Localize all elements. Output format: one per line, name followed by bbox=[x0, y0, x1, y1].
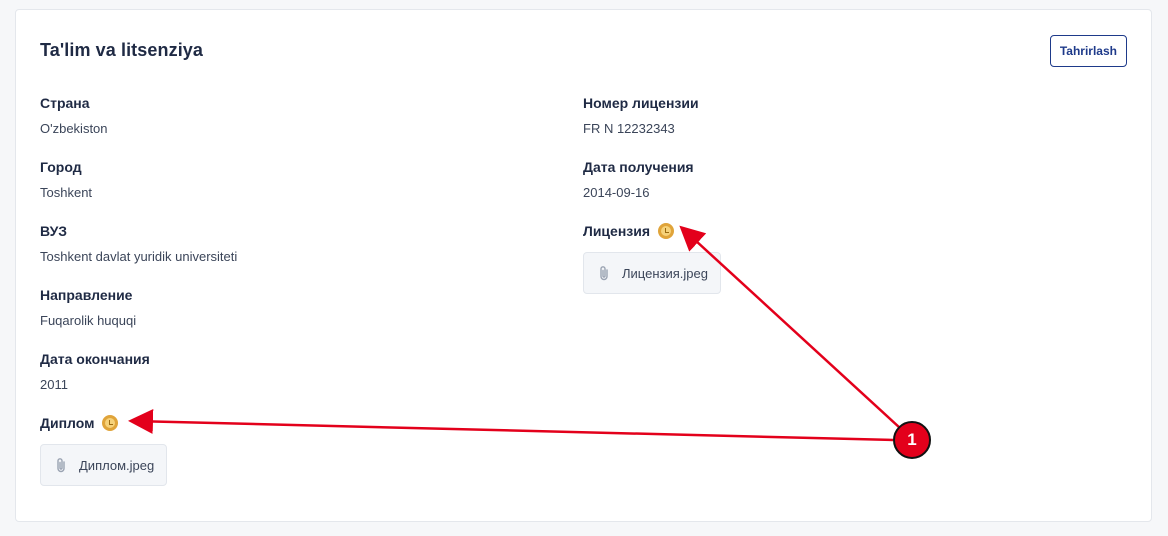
city-value: Toshkent bbox=[40, 185, 93, 200]
university-value: Toshkent davlat yuridik universiteti bbox=[40, 249, 238, 264]
graduation-date-value: 2011 bbox=[40, 377, 68, 392]
pending-clock-icon bbox=[102, 415, 119, 431]
license-file-name: Лицензия.jpeg bbox=[622, 265, 708, 281]
right-column: Номер лицензии FR N 12232343 Дата получе… bbox=[583, 94, 721, 294]
license-label-row: Лицензия bbox=[583, 222, 721, 240]
paperclip-icon bbox=[598, 265, 610, 281]
diploma-label-row: Диплом bbox=[40, 414, 237, 432]
issue-date-field: Дата получения 2014-09-16 bbox=[583, 158, 721, 222]
direction-field: Направление Fuqarolik huquqi bbox=[40, 286, 237, 350]
diploma-file-chip[interactable]: Диплом.jpeg bbox=[40, 444, 168, 486]
license-file-chip[interactable]: Лицензия.jpeg bbox=[583, 252, 721, 294]
edit-button[interactable]: Tahrirlash bbox=[1049, 35, 1127, 67]
graduation-date-field: Дата окончания 2011 bbox=[40, 350, 237, 414]
license-number-field: Номер лицензии FR N 12232343 bbox=[583, 94, 721, 158]
country-value: O'zbekiston bbox=[40, 121, 108, 136]
diploma-label: Диплом bbox=[40, 415, 95, 431]
country-label: Страна bbox=[40, 95, 90, 111]
license-field: Лицензия Лицензия.jpeg bbox=[583, 222, 721, 294]
annotation-marker: 1 bbox=[893, 421, 931, 459]
university-label: ВУЗ bbox=[40, 223, 68, 239]
university-field: ВУЗ Toshkent davlat yuridik universiteti bbox=[40, 222, 237, 286]
pending-clock-icon bbox=[658, 223, 675, 239]
city-label: Город bbox=[40, 159, 82, 175]
issue-date-value: 2014-09-16 bbox=[583, 185, 650, 200]
country-field: Страна O'zbekiston bbox=[40, 94, 237, 158]
license-label: Лицензия bbox=[583, 223, 651, 239]
license-number-value: FR N 12232343 bbox=[583, 121, 675, 136]
direction-value: Fuqarolik huquqi bbox=[40, 313, 137, 328]
city-field: Город Toshkent bbox=[40, 158, 237, 222]
diploma-file-name: Диплом.jpeg bbox=[79, 457, 155, 473]
card-title: Ta'lim va litsenziya bbox=[40, 40, 204, 60]
graduation-date-label: Дата окончания bbox=[40, 351, 150, 367]
direction-label: Направление bbox=[40, 287, 133, 303]
issue-date-label: Дата получения bbox=[583, 159, 694, 175]
left-column: Страна O'zbekiston Город Toshkent ВУЗ To… bbox=[40, 94, 237, 486]
page: Ta'lim va litsenziya Tahrirlash Страна O… bbox=[0, 0, 1168, 536]
paperclip-icon bbox=[55, 457, 67, 473]
education-license-card: Ta'lim va litsenziya Tahrirlash Страна O… bbox=[15, 9, 1152, 522]
diploma-field: Диплом Диплом.jpeg bbox=[40, 414, 237, 486]
license-number-label: Номер лицензии bbox=[583, 95, 699, 111]
